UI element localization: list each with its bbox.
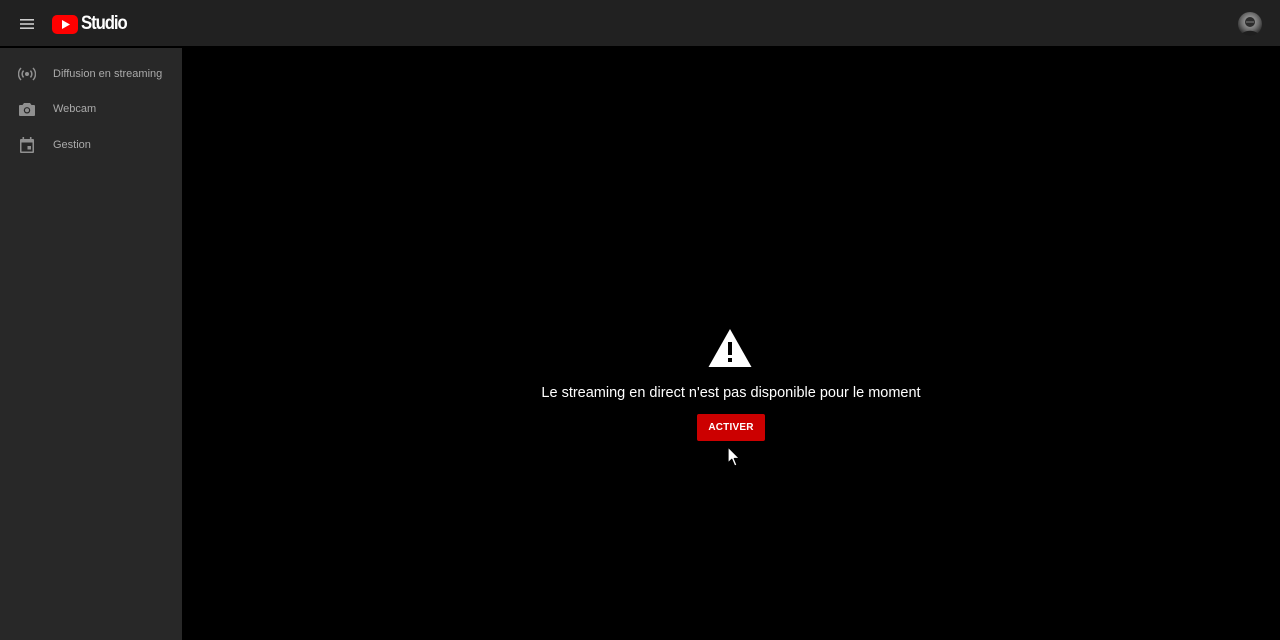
avatar-icon xyxy=(1241,17,1259,36)
sidebar: Diffusion en streaming Webcam Gestion xyxy=(0,48,182,640)
sidebar-item-label: Gestion xyxy=(53,139,91,151)
camera-icon xyxy=(17,99,37,119)
unavailable-message: Le streaming en direct n'est pas disponi… xyxy=(541,385,921,401)
studio-logo[interactable]: Studio xyxy=(52,13,133,35)
main-content: Le streaming en direct n'est pas disponi… xyxy=(182,48,1280,640)
sidebar-item-gestion[interactable]: Gestion xyxy=(0,127,182,163)
sidebar-item-webcam[interactable]: Webcam xyxy=(0,91,182,127)
calendar-icon xyxy=(17,135,37,155)
sidebar-item-label: Webcam xyxy=(53,103,97,115)
youtube-logo-icon xyxy=(52,14,78,34)
warning-icon xyxy=(708,329,752,367)
menu-icon xyxy=(20,19,34,29)
activate-button[interactable]: ACTIVER xyxy=(697,414,765,441)
top-bar: Studio xyxy=(0,0,1280,47)
user-avatar[interactable] xyxy=(1238,12,1262,36)
logo-text: Studio xyxy=(81,13,128,34)
sidebar-item-label: Diffusion en streaming xyxy=(53,68,163,80)
menu-button[interactable] xyxy=(14,11,40,37)
live-broadcast-icon xyxy=(17,64,37,84)
sidebar-item-streaming[interactable]: Diffusion en streaming xyxy=(0,56,182,92)
